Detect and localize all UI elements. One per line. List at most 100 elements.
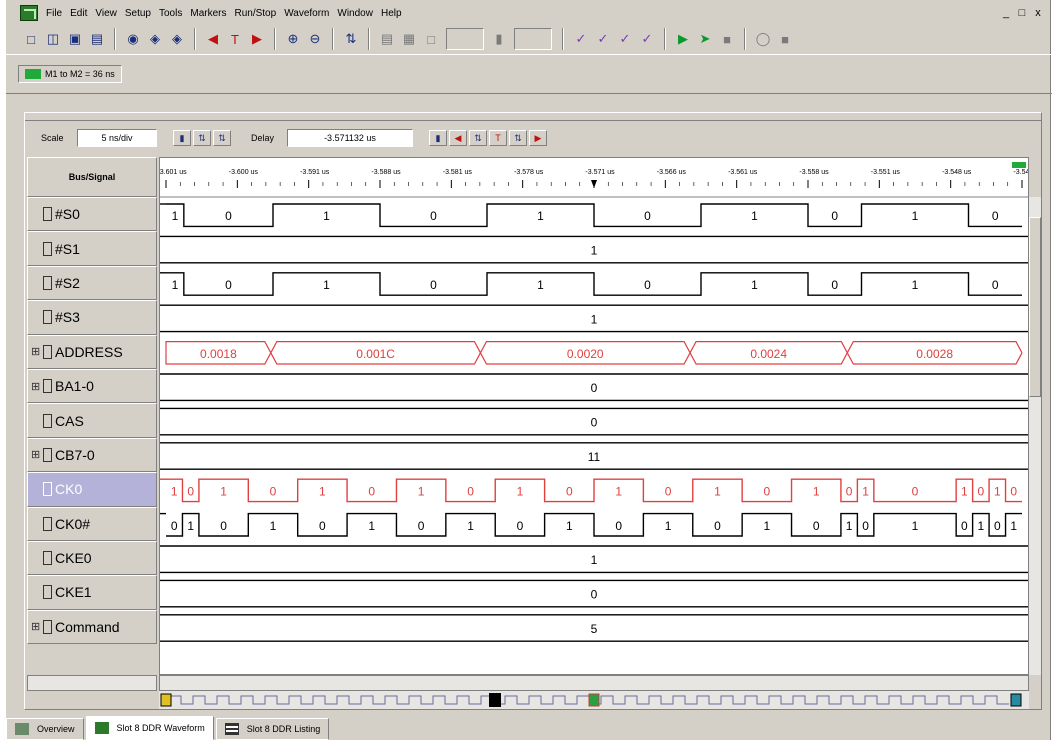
stop-icon[interactable]: ■ [716, 28, 738, 50]
tab-overview[interactable]: Overview [6, 718, 84, 740]
zoom-in-icon[interactable]: ⊕ [282, 28, 304, 50]
menu-tools[interactable]: Tools [155, 8, 186, 19]
marker-readout-text: M1 to M2 = 36 ns [45, 69, 115, 79]
waveform-window: Scale 5 ns/div ▮ ⇅ ⇅ Delay -3.571132 us … [24, 112, 1042, 710]
run-icon[interactable]: ▶ [672, 28, 694, 50]
power-icon[interactable]: ◯ [752, 28, 774, 50]
expand-icon[interactable]: ⊞ [31, 620, 41, 633]
signal-row-cke1[interactable]: CKE1 [27, 575, 157, 610]
table-icon[interactable]: □ [420, 28, 442, 50]
find-next-icon[interactable]: ◈ [144, 28, 166, 50]
delay-trigger-icon[interactable]: T [489, 130, 507, 146]
signal-row-cke0[interactable]: CKE0 [27, 540, 157, 576]
clock-waveform [166, 203, 1022, 228]
signal-row-s2[interactable]: #S2 [27, 265, 157, 301]
signal-row-s0[interactable]: #S0 [27, 197, 157, 232]
menu-run-stop[interactable]: Run/Stop [230, 8, 280, 19]
close-button[interactable]: x [1032, 7, 1044, 19]
menu-file[interactable]: File [42, 8, 66, 19]
expand-icon[interactable]: ⊞ [31, 448, 41, 461]
signal-color-box [43, 585, 52, 600]
delay-input[interactable]: -3.571132 us [287, 129, 413, 147]
signal-name: Command [55, 618, 120, 635]
bus-signal-header[interactable]: Bus/Signal [27, 157, 157, 197]
horizontal-scrollbar[interactable] [159, 675, 1029, 691]
status-icon[interactable]: ■ [774, 28, 796, 50]
signal-row-cb7-0[interactable]: ⊞ CB7-0 [27, 437, 157, 473]
grid-icon[interactable]: ▦ [398, 28, 420, 50]
clock-value-label: 0 [566, 484, 573, 498]
tab-ddr-listing[interactable]: Slot 8 DDR Listing [215, 718, 330, 740]
menu-waveform[interactable]: Waveform [280, 8, 333, 19]
clock-value-label: 1 [764, 519, 771, 533]
menu-help[interactable]: Help [377, 8, 406, 19]
find-prev-icon[interactable]: ◈ [166, 28, 188, 50]
open-folder-icon[interactable]: ◫ [42, 28, 64, 50]
signal-row-address[interactable]: ⊞ ADDRESS [27, 334, 157, 369]
waveform-display[interactable]: -3.601 us -3.600 us -3.591 us -3.588 us -3.5… [159, 157, 1029, 675]
menu-view[interactable]: View [91, 8, 121, 19]
vertical-scroll-thumb[interactable] [1029, 217, 1041, 397]
scale-zoom-out-icon[interactable]: ⇅ [213, 130, 231, 146]
clock-value-label: 0 [992, 278, 999, 292]
signal-name: BA1-0 [55, 378, 94, 395]
print-icon[interactable]: ▤ [86, 28, 108, 50]
delay-preset-icon[interactable]: ▮ [429, 130, 447, 146]
menu-edit[interactable]: Edit [66, 8, 91, 19]
signal-row-s1[interactable]: #S1 [27, 231, 157, 266]
scale-preset-icon[interactable]: ▮ [173, 130, 191, 146]
marker-first-icon[interactable]: ◀ [202, 28, 224, 50]
insert-icon[interactable]: ▤ [376, 28, 398, 50]
marker-last-icon[interactable]: ▶ [246, 28, 268, 50]
delay-last-icon[interactable]: ▶ [529, 130, 547, 146]
time-tick-label: -3.588 us [371, 169, 401, 176]
delay-first-icon[interactable]: ◀ [449, 130, 467, 146]
scale-zoom-in-icon[interactable]: ⇅ [193, 130, 211, 146]
find-icon[interactable]: ◉ [122, 28, 144, 50]
clock-value-label: 0 [615, 519, 622, 533]
signal-value-label: 5 [591, 622, 598, 636]
save-icon[interactable]: ▣ [64, 28, 86, 50]
signal-row-ck0[interactable]: CK0# [27, 506, 157, 541]
trigger-marker-icon[interactable]: T [224, 28, 246, 50]
menu-markers[interactable]: Markers [186, 8, 230, 19]
tab-ddr-waveform[interactable]: Slot 8 DDR Waveform [85, 716, 214, 740]
clock-value-label: 0 [846, 484, 853, 498]
delay-step-icon[interactable]: ⇅ [509, 130, 527, 146]
name-panel-scrollbar[interactable] [27, 675, 157, 691]
menu-window[interactable]: Window [333, 8, 377, 19]
time-tick-label: -3.600 us [229, 169, 259, 176]
signal-row-ck0[interactable]: CK0 [27, 472, 157, 507]
delay-edge-icon[interactable]: ⇅ [469, 130, 487, 146]
menu-setup[interactable]: Setup [121, 8, 155, 19]
signal-name: #S0 [55, 206, 80, 223]
overview-strip[interactable] [159, 691, 1029, 709]
marker-toolbar: M1 to M2 = 36 ns [6, 54, 1052, 94]
marker-readout[interactable]: M1 to M2 = 36 ns [18, 65, 122, 83]
probe-1-icon[interactable]: ✓ [570, 28, 592, 50]
clock-value-label: 0 [225, 209, 232, 223]
signal-row-cas[interactable]: CAS [27, 403, 157, 438]
clock-value-label: 1 [319, 484, 326, 498]
zoom-out-icon[interactable]: ⊖ [304, 28, 326, 50]
signal-value-label: 0 [591, 416, 598, 430]
signal-row-command[interactable]: ⊞ Command [27, 609, 157, 645]
probe-2-icon[interactable]: ✓ [592, 28, 614, 50]
run-repetitive-icon[interactable]: ➤ [694, 28, 716, 50]
restore-button[interactable]: □ [1016, 7, 1028, 19]
scale-input[interactable]: 5 ns/div [77, 129, 157, 147]
clock-value-label: 1 [912, 209, 919, 223]
probe-3-icon[interactable]: ✓ [614, 28, 636, 50]
probe-4-icon[interactable]: ✓ [636, 28, 658, 50]
marker-toggle-icon[interactable]: ⇅ [340, 28, 362, 50]
signal-row-s3[interactable]: #S3 [27, 300, 157, 335]
expand-icon[interactable]: ⊞ [31, 345, 41, 358]
signal-color-box [43, 310, 52, 325]
expand-icon[interactable]: ⊞ [31, 380, 41, 393]
minimize-button[interactable]: _ [1000, 7, 1012, 19]
signal-row-ba1-0[interactable]: ⊞ BA1-0 [27, 368, 157, 404]
stop-bar-icon[interactable]: ▮ [488, 28, 510, 50]
clock-value-label: 0 [862, 519, 869, 533]
new-file-icon[interactable]: □ [20, 28, 42, 50]
vertical-scrollbar[interactable] [1029, 197, 1041, 675]
